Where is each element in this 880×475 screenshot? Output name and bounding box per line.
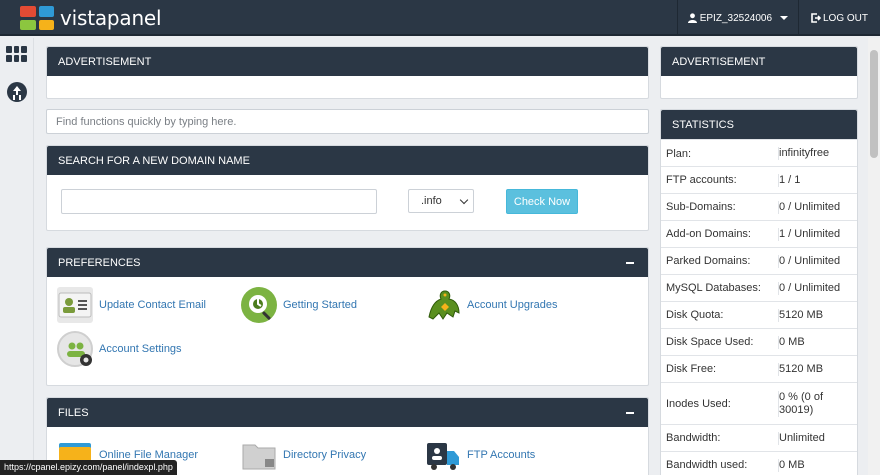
stat-row-ftp-accounts: FTP accounts: 1 / 1 [661,166,857,193]
check-now-button[interactable]: Check Now [506,189,578,214]
statistics-panel: STATISTICS Plan: infinityfree FTP account… [660,109,858,475]
stat-row-parked-domains: Parked Domains: 0 / Unlimited [661,247,857,274]
stat-value: 1 / 1 [778,173,801,187]
scrollbar-thumb[interactable] [870,50,878,158]
tld-selected-value: .info [421,195,442,207]
account-upgrades-label: Account Upgrades [467,299,558,311]
account-settings-icon [57,331,93,367]
stat-value: 0 / Unlimited [778,254,841,268]
collapse-icon[interactable] [626,411,634,414]
page-scrollbar[interactable] [868,38,880,475]
ftp-truck-icon [425,437,461,473]
stat-key: FTP accounts: [666,174,737,186]
stat-value: 1 / Unlimited [778,227,841,241]
contact-card-icon [57,287,93,323]
side-advertisement-header: ADVERTISEMENT [661,47,857,76]
stat-key: Bandwidth used: [666,459,748,471]
directory-privacy-label: Directory Privacy [283,449,367,461]
upload-icon[interactable] [7,82,27,102]
stat-key: Inodes Used: [666,397,731,410]
logo-text: vistapanel [60,6,162,30]
files-title: FILES [58,406,89,419]
stat-value: 0 / Unlimited [778,281,841,295]
chevron-down-icon [780,16,788,20]
preferences-panel: PREFERENCES Update Contact Email Getting… [46,247,649,386]
stat-key: MySQL Databases: [666,282,761,294]
stat-row-sub-domains: Sub-Domains: 0 / Unlimited [661,193,857,220]
logo-icon [20,6,54,30]
domain-search-panel: SEARCH FOR A NEW DOMAIN NAME .info Check… [46,145,649,231]
user-icon [687,13,697,23]
stat-value: 5120 MB [778,308,824,322]
files-header[interactable]: FILES [47,398,648,427]
stat-key: Disk Quota: [666,309,724,321]
getting-started-item[interactable]: Getting Started [241,287,357,323]
dragon-icon [425,287,461,323]
stat-value: 0 MB [778,458,805,472]
stat-value: 0 MB [778,335,805,349]
side-advertisement-panel: ADVERTISEMENT [660,46,858,99]
domain-search-header: SEARCH FOR A NEW DOMAIN NAME [47,146,648,175]
stat-key: Disk Space Used: [666,336,754,348]
user-menu-dropdown[interactable]: EPIZ_32524006 [676,0,798,36]
username-label: EPIZ_32524006 [699,12,772,24]
stat-row-disk-space-used: Disk Space Used: 0 MB [661,328,857,355]
collapse-icon[interactable] [626,261,634,264]
folder-lock-icon [241,437,277,473]
vistapanel-logo[interactable]: vistapanel [20,6,162,30]
update-contact-email-item[interactable]: Update Contact Email [57,287,206,323]
stat-key: Plan: [666,147,692,160]
stat-row-inodes-used: Inodes Used: 0 % (0 of 30019) [661,382,857,424]
domain-name-input[interactable] [61,189,377,214]
stat-row-plan: Plan: infinityfree [661,139,857,167]
account-settings-label: Account Settings [99,343,182,355]
getting-started-label: Getting Started [283,299,357,311]
stat-row-disk-free: Disk Free: 5120 MB [661,355,857,382]
function-search-input[interactable] [46,109,649,134]
preferences-header[interactable]: PREFERENCES [47,248,648,277]
preferences-title: PREFERENCES [58,256,141,269]
update-contact-email-label: Update Contact Email [99,299,206,311]
ftp-accounts-label: FTP Accounts [467,449,536,461]
stat-value: 0 % (0 of 30019) [778,390,848,417]
advertisement-panel: ADVERTISEMENT [46,46,649,99]
statistics-header: STATISTICS [661,110,857,139]
apps-grid-icon[interactable] [6,46,27,62]
stat-key: Disk Free: [666,363,717,375]
stat-row-disk-quota: Disk Quota: 5120 MB [661,301,857,328]
top-navbar: vistapanel EPIZ_32524006 LOG OUT [0,0,880,36]
stat-key: Parked Domains: [666,255,751,267]
advertisement-header: ADVERTISEMENT [47,47,648,76]
stat-value: Unlimited [778,431,825,445]
account-settings-item[interactable]: Account Settings [57,331,182,367]
account-upgrades-item[interactable]: Account Upgrades [425,287,558,323]
stat-key: Bandwidth: [666,432,721,444]
stat-value: 5120 MB [778,362,824,376]
directory-privacy-item[interactable]: Directory Privacy [241,437,366,473]
stat-row-addon-domains: Add-on Domains: 1 / Unlimited [661,220,857,247]
stat-key: Sub-Domains: [666,201,736,213]
left-rail [0,38,34,475]
logout-icon [811,13,821,23]
logout-button[interactable]: LOG OUT [798,0,880,36]
stat-value: infinityfree [778,147,830,160]
getting-started-icon [241,287,277,323]
logout-label: LOG OUT [822,12,868,24]
stat-row-bandwidth: Bandwidth: Unlimited [661,424,857,451]
stat-key: Add-on Domains: [666,228,751,240]
stat-value: 0 / Unlimited [778,200,841,214]
tld-select[interactable]: .info [408,189,474,213]
link-status-bar: https://cpanel.epizy.com/panel/indexpl.p… [0,460,177,475]
stat-row-mysql-databases: MySQL Databases: 0 / Unlimited [661,274,857,301]
stat-row-bandwidth-used: Bandwidth used: 0 MB [661,451,857,475]
ftp-accounts-item[interactable]: FTP Accounts [425,437,535,473]
chevron-down-icon [459,195,469,205]
